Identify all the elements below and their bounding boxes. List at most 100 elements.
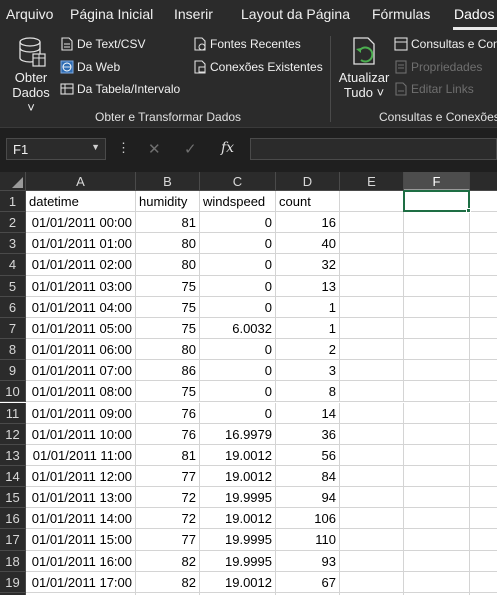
- empty-cell[interactable]: [470, 551, 497, 572]
- row-header[interactable]: 8: [0, 339, 26, 361]
- fill-handle[interactable]: [466, 208, 471, 214]
- row-header[interactable]: 11: [0, 402, 26, 424]
- row-header[interactable]: 9: [0, 360, 26, 382]
- data-cell[interactable]: 01/01/2011 17:00: [26, 571, 136, 593]
- row-header[interactable]: 17: [0, 529, 26, 551]
- data-cell[interactable]: 32: [276, 254, 340, 276]
- data-cell[interactable]: 01/01/2011 10:00: [26, 423, 136, 445]
- data-cell[interactable]: 2: [276, 339, 340, 361]
- header-cell[interactable]: count: [276, 191, 340, 213]
- empty-cell[interactable]: [404, 212, 470, 234]
- data-cell[interactable]: 81: [136, 212, 200, 234]
- data-cell[interactable]: 16: [276, 212, 340, 234]
- row-header[interactable]: 14: [0, 465, 26, 488]
- data-cell[interactable]: 1: [276, 317, 340, 340]
- insert-function-icon[interactable]: fx: [221, 140, 234, 156]
- data-cell[interactable]: 72: [136, 487, 200, 509]
- data-cell[interactable]: 01/01/2011 12:00: [26, 465, 136, 488]
- empty-cell[interactable]: [340, 402, 404, 424]
- empty-cell[interactable]: [340, 381, 404, 403]
- data-cell[interactable]: 84: [276, 465, 340, 488]
- data-cell[interactable]: 19.9995: [200, 529, 276, 551]
- tab-arquivo[interactable]: Arquivo: [6, 6, 53, 22]
- tab-pagina-inicial[interactable]: Página Inicial: [70, 6, 153, 22]
- name-box[interactable]: F1 ▼: [6, 138, 106, 160]
- data-cell[interactable]: 81: [136, 444, 200, 466]
- row-header[interactable]: 15: [0, 487, 26, 509]
- column-header-overflow[interactable]: [470, 172, 497, 191]
- data-cell[interactable]: 77: [136, 529, 200, 551]
- empty-cell[interactable]: [470, 572, 497, 593]
- empty-cell[interactable]: [470, 529, 497, 551]
- empty-cell[interactable]: [340, 423, 404, 445]
- formula-input[interactable]: [250, 138, 497, 160]
- queries-connections-button[interactable]: Consultas e Con: [394, 37, 497, 51]
- data-cell[interactable]: 16.9979: [200, 423, 276, 445]
- existing-connections-button[interactable]: Conexões Existentes: [193, 60, 323, 74]
- data-cell[interactable]: 01/01/2011 06:00: [26, 339, 136, 361]
- data-cell[interactable]: 3: [276, 360, 340, 382]
- data-cell[interactable]: 19.0012: [200, 465, 276, 488]
- empty-cell[interactable]: [404, 317, 470, 340]
- empty-cell[interactable]: [404, 423, 470, 445]
- data-cell[interactable]: 0: [200, 402, 276, 424]
- data-cell[interactable]: 75: [136, 317, 200, 340]
- empty-cell[interactable]: [340, 296, 404, 318]
- row-header[interactable]: 2: [0, 212, 26, 234]
- data-cell[interactable]: 0: [200, 233, 276, 255]
- data-cell[interactable]: 01/01/2011 01:00: [26, 233, 136, 255]
- row-header[interactable]: 16: [0, 508, 26, 530]
- empty-cell[interactable]: [340, 212, 404, 234]
- data-cell[interactable]: 01/01/2011 03:00: [26, 275, 136, 297]
- empty-cell[interactable]: [340, 254, 404, 276]
- empty-cell[interactable]: [470, 360, 497, 382]
- data-cell[interactable]: 77: [136, 465, 200, 488]
- row-header[interactable]: 13: [0, 444, 26, 466]
- refresh-all-button[interactable]: Atualizar Tudo ˅: [338, 36, 390, 100]
- empty-cell[interactable]: [404, 571, 470, 593]
- from-web-button[interactable]: Da Web: [60, 60, 120, 74]
- data-cell[interactable]: 19.9995: [200, 550, 276, 572]
- data-cell[interactable]: 80: [136, 254, 200, 276]
- tab-formulas[interactable]: Fórmulas: [372, 6, 430, 22]
- data-cell[interactable]: 80: [136, 233, 200, 255]
- data-cell[interactable]: 80: [136, 339, 200, 361]
- data-cell[interactable]: 01/01/2011 02:00: [26, 254, 136, 276]
- empty-cell[interactable]: [470, 212, 497, 234]
- header-cell[interactable]: datetime: [26, 191, 136, 213]
- empty-cell[interactable]: [470, 339, 497, 361]
- data-cell[interactable]: 82: [136, 550, 200, 572]
- data-cell[interactable]: 13: [276, 275, 340, 297]
- more-options-icon[interactable]: ⋮: [117, 140, 130, 156]
- empty-cell[interactable]: [470, 233, 497, 255]
- data-cell[interactable]: 94: [276, 487, 340, 509]
- header-cell[interactable]: windspeed: [200, 191, 276, 213]
- empty-cell[interactable]: [404, 339, 470, 361]
- data-cell[interactable]: 01/01/2011 11:00: [26, 444, 136, 466]
- empty-cell[interactable]: [470, 297, 497, 318]
- empty-cell[interactable]: [340, 571, 404, 593]
- empty-cell[interactable]: [340, 317, 404, 340]
- column-header-b[interactable]: B: [136, 172, 200, 191]
- empty-cell[interactable]: [404, 529, 470, 551]
- from-text-csv-button[interactable]: De Text/CSV: [60, 37, 145, 51]
- data-cell[interactable]: 01/01/2011 09:00: [26, 402, 136, 424]
- row-header[interactable]: 18: [0, 550, 26, 572]
- empty-cell[interactable]: [340, 191, 404, 213]
- cancel-icon[interactable]: ✕: [148, 140, 161, 158]
- data-cell[interactable]: 40: [276, 233, 340, 255]
- data-cell[interactable]: 01/01/2011 05:00: [26, 317, 136, 340]
- tab-inserir[interactable]: Inserir: [174, 6, 213, 22]
- data-cell[interactable]: 01/01/2011 13:00: [26, 487, 136, 509]
- data-cell[interactable]: 72: [136, 508, 200, 530]
- data-cell[interactable]: 0: [200, 254, 276, 276]
- empty-cell[interactable]: [470, 445, 497, 466]
- data-cell[interactable]: 0: [200, 360, 276, 382]
- empty-cell[interactable]: [404, 444, 470, 466]
- empty-cell[interactable]: [340, 360, 404, 382]
- properties-button[interactable]: Propriedades: [394, 60, 482, 74]
- data-cell[interactable]: 93: [276, 550, 340, 572]
- select-all-button[interactable]: [0, 172, 26, 191]
- empty-cell[interactable]: [470, 424, 497, 445]
- column-header-f[interactable]: F: [404, 172, 470, 191]
